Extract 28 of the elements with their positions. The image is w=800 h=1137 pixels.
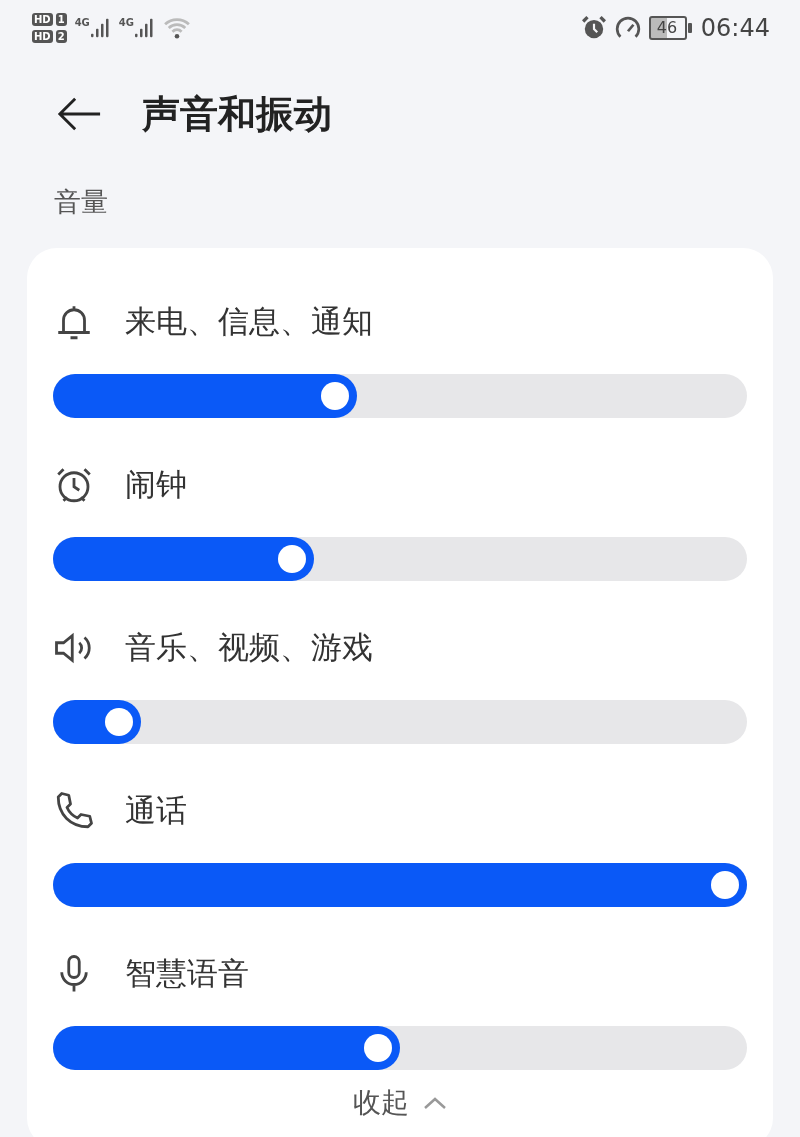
page-title: 声音和振动 [142, 90, 332, 138]
network-type: 4G [74, 17, 90, 28]
battery-level: 46 [655, 18, 678, 38]
sim-badge: HD [32, 30, 53, 43]
collapse-button[interactable]: 收起 [353, 1088, 447, 1119]
sim-slot: 1 [55, 13, 67, 26]
slider-track[interactable] [53, 700, 747, 744]
volume-label: 音乐、视频、游戏 [125, 628, 373, 667]
signal-icon [90, 17, 111, 39]
signal-icon [135, 17, 155, 39]
slider-track[interactable] [53, 537, 747, 581]
wifi-icon [163, 17, 191, 39]
alarm-clock-icon [580, 15, 607, 41]
chevron-up-icon [423, 1096, 447, 1111]
slider-track[interactable] [53, 1026, 747, 1070]
slider-track[interactable] [53, 374, 747, 418]
section-title: 音量 [53, 185, 109, 219]
volume-label: 来电、信息、通知 [125, 302, 373, 341]
sim-slot: 2 [55, 30, 67, 43]
speedometer-icon [614, 15, 641, 41]
back-arrow-icon[interactable] [56, 96, 102, 132]
volume-label: 通话 [125, 791, 187, 830]
clock-time: 06:44 [700, 14, 770, 42]
network-type: 4G [118, 17, 134, 28]
sim-badge: HD [32, 13, 53, 26]
volume-label: 闹钟 [125, 465, 187, 504]
volume-label: 智慧语音 [125, 954, 249, 993]
slider-track[interactable] [53, 863, 747, 907]
